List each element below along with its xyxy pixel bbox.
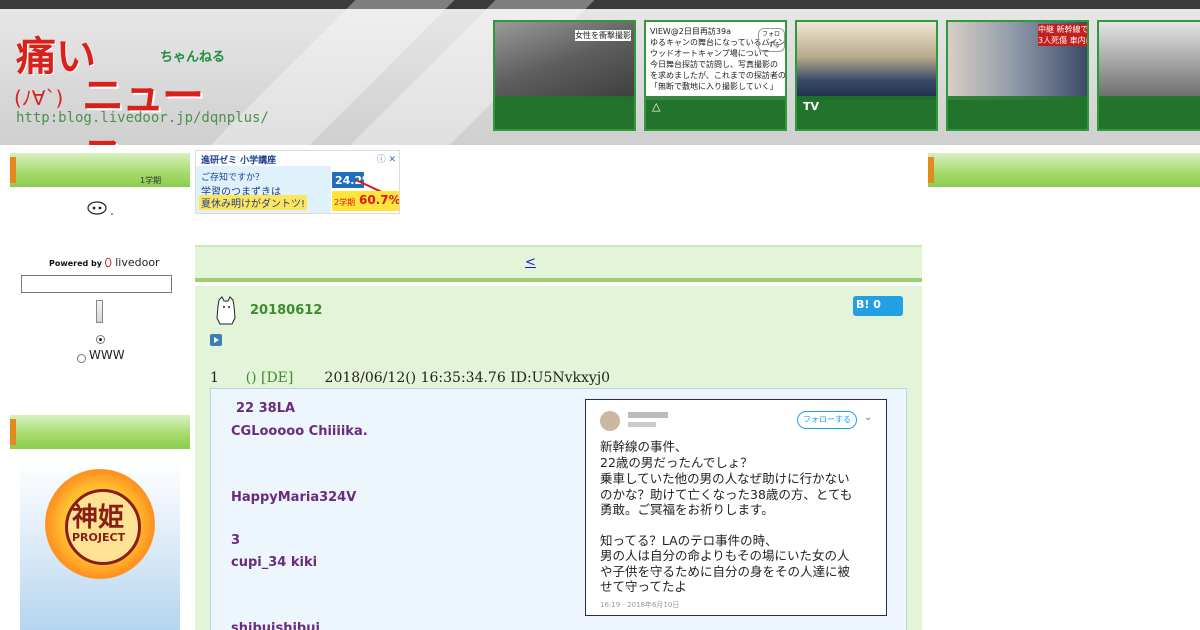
header-thumbnails: 女性を衝撃撮影 VIEW@2日目再訪39a ゆるキャンの舞台になっているバイン … bbox=[493, 20, 1200, 133]
post-line: HappyMaria324V bbox=[231, 490, 357, 505]
thumb-caption bbox=[495, 96, 634, 129]
livedoor-label: livedoor bbox=[115, 256, 160, 269]
post-line: CGLooooo Chiiiika. bbox=[231, 424, 368, 439]
thumb-follow-button: フォローする bbox=[758, 28, 785, 52]
thumb-tweet[interactable]: VIEW@2日目再訪39a ゆるキャンの舞台になっているバイン ウッドオートキャ… bbox=[644, 20, 787, 131]
logo-news: ニュース bbox=[82, 71, 204, 145]
search-button[interactable] bbox=[96, 300, 103, 323]
banner-subtitle: PROJECT bbox=[72, 531, 126, 544]
prev-link[interactable]: < bbox=[525, 255, 536, 270]
post-line: 3 bbox=[231, 533, 241, 548]
article: 20180612 B! 0 1 () [DE] 2018/06/12() 16:… bbox=[195, 286, 922, 630]
tweet-line: 22歳の男だったんでしょ？ bbox=[600, 455, 753, 470]
post-header: 1 () [DE] 2018/06/12() 16:35:34.76 ID:U5… bbox=[210, 370, 610, 386]
ad-line3: 夏休み明けがダントツ! bbox=[199, 195, 308, 210]
embedded-tweet[interactable]: フォローする ⌄ 新幹線の事件、 22歳の男だったんでしょ？ 乗車していた他の男… bbox=[585, 399, 887, 616]
tweet-line: や子供を守るために自分の身をその人達に被 bbox=[600, 564, 851, 579]
logo-url: http:blog.livedoor.jp/dqnplus/ bbox=[16, 110, 269, 126]
thumb-building[interactable]: 女性を衝撃撮影 bbox=[493, 20, 636, 131]
thumb-overlay: 女性を衝撃撮影 bbox=[575, 30, 631, 41]
thumb-caption bbox=[1099, 96, 1200, 129]
thumb-caption: TV bbox=[797, 96, 936, 129]
bar-notch bbox=[10, 157, 16, 183]
thumb-train-interior[interactable]: TV bbox=[795, 20, 938, 131]
advertisement[interactable]: 進研ゼミ 小学講座 ⓘ ✕ ご存知ですか？ 学習のつまずきは 夏休み明けがダント… bbox=[195, 150, 400, 214]
post-line: shibuishibui bbox=[231, 621, 320, 630]
ad-header: 進研ゼミ 小学講座 bbox=[201, 156, 277, 166]
bar-notch bbox=[10, 419, 16, 445]
chevron-down-icon[interactable]: ⌄ bbox=[864, 412, 872, 423]
post-datetime: 2018/06/12() 16:35:34.76 ID:U5Nvkxyj0 bbox=[324, 370, 611, 386]
tweet-timestamp: 16:19 - 2018年6月10日 bbox=[600, 601, 680, 609]
sidebar-section-bar bbox=[10, 414, 190, 449]
bar-notch bbox=[928, 157, 934, 183]
post-line: cupi_34 kiki bbox=[231, 555, 318, 570]
post-body: 22 38LA CGLooooo Chiiiika. HappyMaria324… bbox=[210, 388, 907, 630]
play-icon[interactable] bbox=[210, 334, 222, 346]
post-line: 22 38LA bbox=[236, 401, 296, 416]
tweet-follow-button[interactable]: フォローする bbox=[797, 411, 857, 429]
tweet-line: 新幹線の事件、 bbox=[600, 439, 688, 454]
radio-www-label: WWW bbox=[89, 348, 125, 362]
tweet-line: のかな？助けて亡くなった38歳の方、とても bbox=[600, 487, 853, 502]
tweet-handle-blurred bbox=[628, 422, 656, 427]
tweet-avatar bbox=[600, 411, 620, 431]
post-name: () [DE] bbox=[245, 370, 294, 386]
thumb-image bbox=[1099, 22, 1200, 100]
tweet-line: せて守ってたよ bbox=[600, 579, 687, 594]
kaomoji-icon bbox=[87, 201, 113, 215]
right-sidebar-header-bar bbox=[928, 152, 1200, 187]
tweet-line: 勇敢。ご冥福をお祈りします。 bbox=[600, 502, 774, 517]
banner-title: 神姫 bbox=[72, 503, 125, 533]
ad-value2: 60.7% bbox=[359, 193, 400, 207]
hatena-bookmark-button[interactable]: B! 0 bbox=[853, 296, 903, 316]
thumb-image bbox=[797, 22, 936, 100]
pager-nav: < bbox=[195, 245, 922, 282]
tweet-line: 男の人は自分の命よりもその場にいた女の人 bbox=[600, 548, 850, 563]
mascot-icon bbox=[216, 296, 236, 325]
header-top-bar bbox=[0, 0, 1200, 9]
thumb-controller[interactable] bbox=[1097, 20, 1200, 131]
shinki-project-banner[interactable]: 神姫 PROJECT bbox=[20, 461, 180, 630]
thumb-overlay: 中継 新幹線で男が切り 3人死傷 車内はパ bbox=[1038, 24, 1087, 46]
powered-by: Powered by ⬯ livedoor bbox=[49, 256, 160, 270]
tweet-line: 知ってる？LAのテロ事件の時、 bbox=[600, 533, 778, 548]
sidebar-header-bar bbox=[10, 152, 190, 187]
site-header: 痛い ちゃんねる (ﾉ∀`) ニュース http:blog.livedoor.j… bbox=[0, 0, 1200, 145]
search-input[interactable] bbox=[21, 275, 172, 293]
thumb-news[interactable]: 中継 新幹線で男が切り 3人死傷 車内はパ bbox=[946, 20, 1089, 131]
powered-by-label: Powered by bbox=[49, 259, 102, 268]
radio-blog[interactable] bbox=[96, 335, 105, 344]
tweet-name-blurred bbox=[628, 412, 668, 418]
thumb-caption: △ bbox=[646, 96, 785, 129]
livedoor-logo: ⬯ livedoor bbox=[104, 256, 160, 269]
logo-face: (ﾉ∀`) bbox=[14, 86, 64, 110]
ad-line1: ご存知ですか？ bbox=[201, 173, 265, 183]
site-logo[interactable]: 痛い ちゃんねる (ﾉ∀`) ニュース http:blog.livedoor.j… bbox=[10, 22, 269, 145]
tweet-line: 乗車していた他の男の人なぜ助けに行かない bbox=[600, 471, 850, 486]
thumb-caption bbox=[948, 96, 1087, 129]
radio-www[interactable] bbox=[77, 354, 86, 363]
ad-term1: 1学期 bbox=[140, 176, 162, 185]
ad-choices-icon[interactable]: ⓘ ✕ bbox=[377, 152, 396, 165]
article-date: 20180612 bbox=[250, 303, 323, 318]
post-number: 1 bbox=[210, 370, 219, 386]
ad-term2: 2学期 bbox=[334, 198, 356, 207]
